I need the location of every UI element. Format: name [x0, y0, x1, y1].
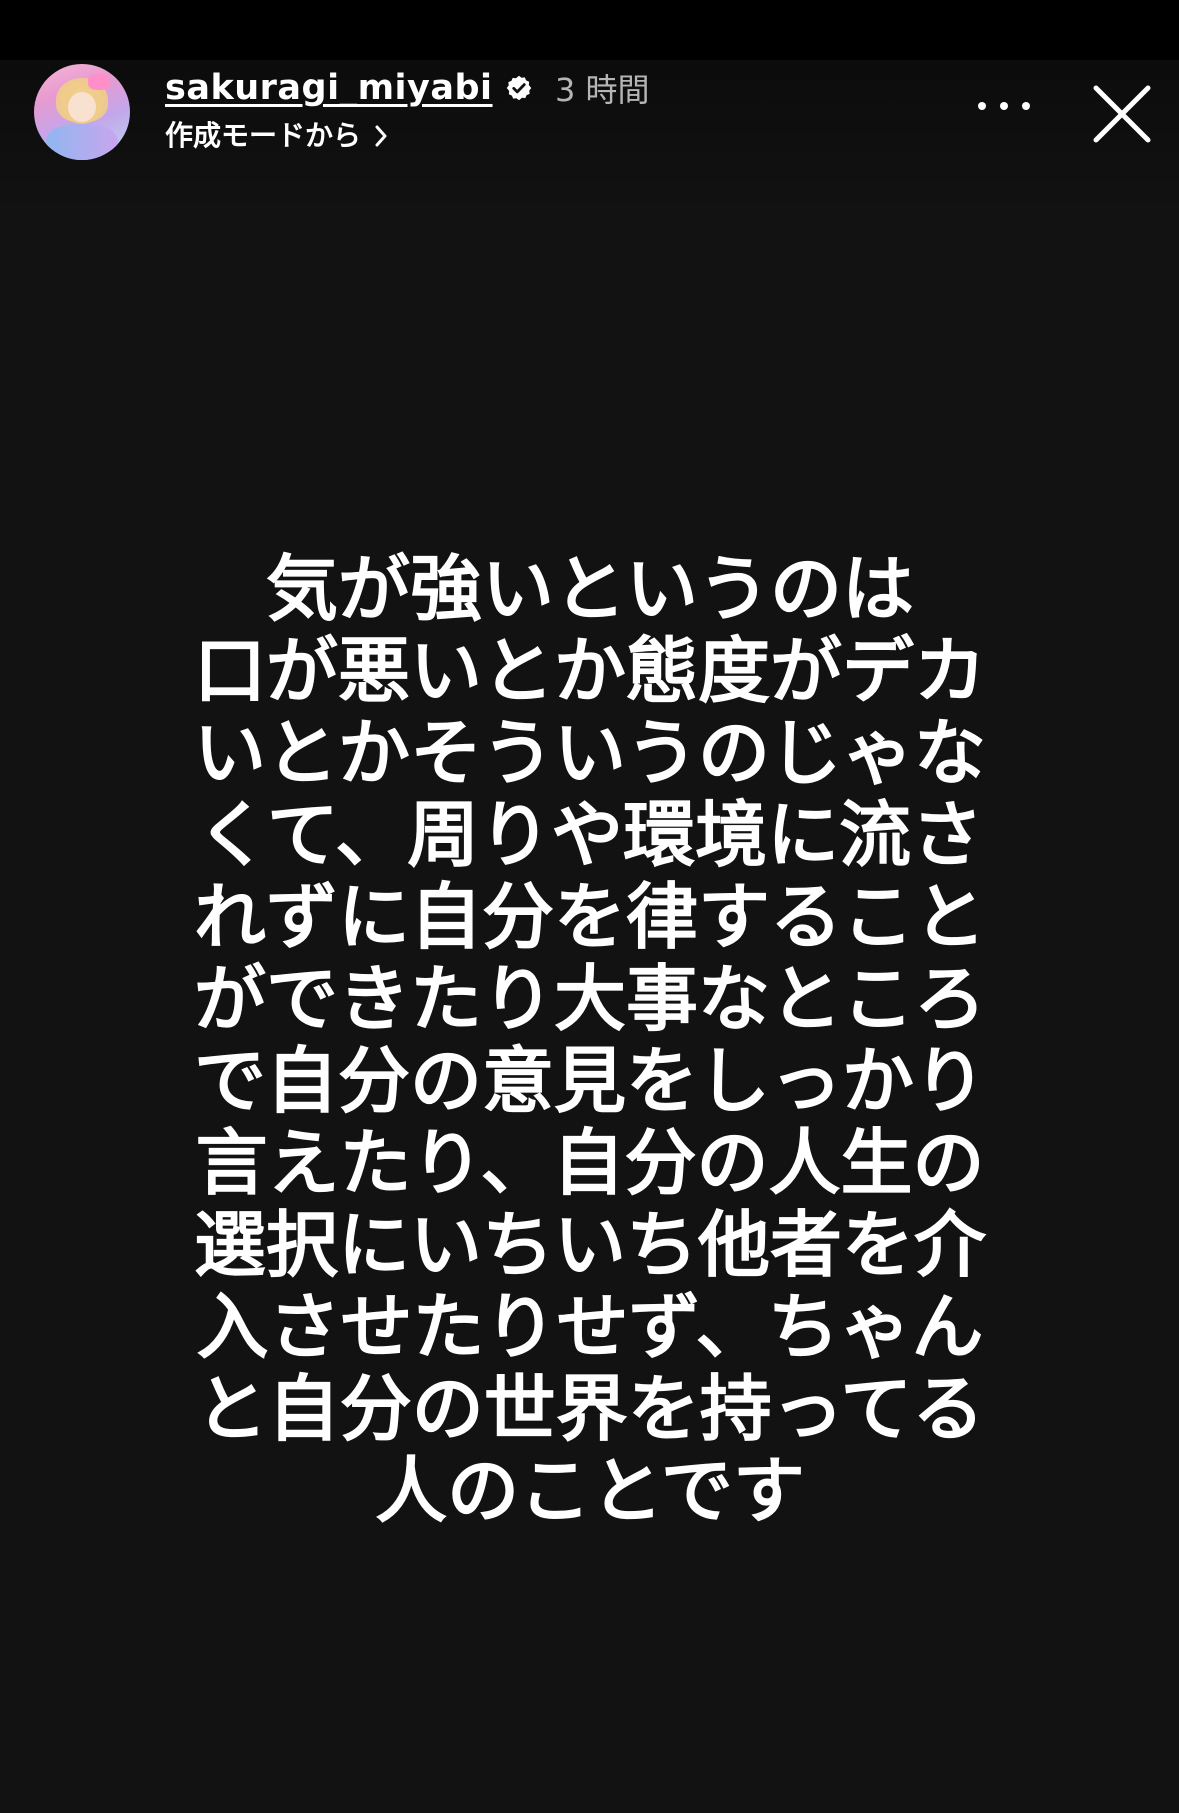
post-time: 3 時間 — [555, 71, 650, 109]
story-text: 気が強いというのは 口が悪いとか態度がデカ いとかそういうのじゃな くて、周りや… — [150, 548, 1030, 1532]
more-options-button[interactable] — [978, 92, 1030, 120]
avatar-face — [68, 92, 96, 122]
story-text-line: 気が強いというのは — [265, 547, 914, 631]
creation-mode-link[interactable]: 作成モードから — [165, 116, 389, 156]
story-text-line: で自分の意見をしっかり — [193, 1039, 986, 1123]
story-text-line: 入させたりせず、ちゃん — [196, 1285, 984, 1369]
story-text-line: れずに自分を律すること — [193, 875, 986, 959]
more-dot — [1022, 102, 1030, 110]
story-text-line: ができたり大事なところ — [193, 957, 986, 1041]
story-screen: sakuragi_miyabi 3 時間 作成モードから 気が強いというのは 口… — [0, 0, 1179, 1813]
more-dot — [1000, 102, 1008, 110]
story-text-line: 口が悪いとか態度がデカ — [193, 629, 986, 713]
chevron-right-icon — [375, 125, 387, 147]
avatar-bow — [88, 74, 110, 90]
verified-badge-icon — [506, 75, 532, 101]
story-text-line: くて、周りや環境に流さ — [196, 793, 984, 877]
story-text-line: 選択にいちいち他者を介 — [193, 1203, 986, 1287]
profile-avatar[interactable] — [34, 64, 130, 160]
story-text-line: いとかそういうのじゃな — [193, 711, 986, 795]
username-link[interactable]: sakuragi_miyabi — [165, 66, 493, 110]
story-text-line: 人のことです — [375, 1449, 805, 1533]
close-icon[interactable] — [1090, 82, 1154, 146]
creation-mode-label: 作成モードから — [165, 119, 362, 152]
avatar-body — [46, 124, 118, 160]
story-text-line: と自分の世界を持ってる — [195, 1367, 985, 1451]
more-dot — [978, 102, 986, 110]
story-header: sakuragi_miyabi 3 時間 作成モードから — [0, 60, 1179, 210]
story-text-line: 言えたり、自分の人生の — [195, 1121, 985, 1205]
